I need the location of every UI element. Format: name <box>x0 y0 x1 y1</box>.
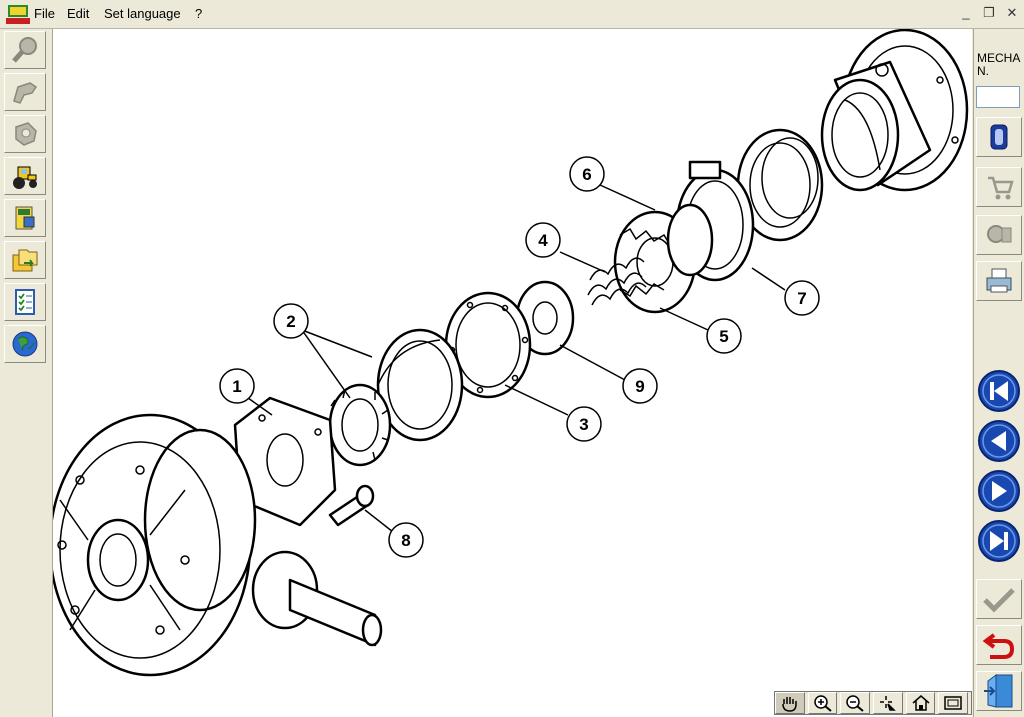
folders-button[interactable] <box>4 241 46 279</box>
select-button[interactable] <box>873 692 903 714</box>
housing-flange-part[interactable] <box>820 29 969 192</box>
component-icon <box>15 122 37 146</box>
home-icon <box>912 695 930 711</box>
parts-button[interactable] <box>976 215 1022 255</box>
first-page-icon <box>978 370 1020 412</box>
svg-text:5: 5 <box>719 327 728 346</box>
menu-edit[interactable]: Edit <box>67 6 89 21</box>
exploded-diagram-canvas[interactable]: 1 2 3 4 5 6 7 8 9 <box>53 29 972 717</box>
home-button[interactable] <box>905 692 936 714</box>
tractor-icon <box>13 166 37 189</box>
callout-8[interactable]: 8 <box>388 522 424 558</box>
svg-text:9: 9 <box>635 377 644 396</box>
cart-button[interactable] <box>976 167 1022 207</box>
hand-icon <box>782 697 797 712</box>
view-toolbar <box>774 691 972 715</box>
pinion-shaft-part[interactable] <box>251 550 383 647</box>
printer-icon <box>986 268 1012 293</box>
ring-gear-part[interactable] <box>53 413 257 677</box>
search-button[interactable] <box>4 31 46 69</box>
exit-icon <box>984 674 1013 708</box>
svg-text:2: 2 <box>286 312 295 331</box>
svg-text:3: 3 <box>579 415 588 434</box>
callout-7[interactable]: 7 <box>784 280 820 316</box>
callout-3[interactable]: 3 <box>566 406 602 442</box>
component-button[interactable] <box>4 115 46 153</box>
book-icon <box>15 206 35 230</box>
globe-icon <box>12 331 38 357</box>
restore-button[interactable]: ❐ <box>981 5 997 21</box>
callout-4[interactable]: 4 <box>525 222 561 258</box>
next-page-button[interactable] <box>977 469 1021 513</box>
svg-text:1: 1 <box>232 377 241 396</box>
part-button[interactable] <box>4 73 46 111</box>
tractor-button[interactable] <box>4 157 46 195</box>
fit-window-icon <box>944 696 962 710</box>
last-page-button[interactable] <box>977 519 1021 563</box>
menu-help[interactable]: ? <box>195 6 202 21</box>
fit-window-button[interactable] <box>938 692 969 714</box>
right-panel: MECHAN. <box>973 29 1024 717</box>
callout-1[interactable]: 1 <box>219 368 255 404</box>
select-icon <box>879 696 896 711</box>
bolt-part[interactable] <box>328 484 375 527</box>
folders-icon <box>12 249 38 272</box>
menu-file[interactable]: File <box>34 6 55 21</box>
zoom-in-icon <box>813 695 832 712</box>
close-button[interactable]: ✕ <box>1004 5 1020 21</box>
book-button[interactable] <box>4 199 46 237</box>
menu-bar: File Edit Set language ? _ ❐ ✕ <box>0 0 1024 29</box>
last-page-icon <box>978 520 1020 562</box>
menu-set-language[interactable]: Set language <box>104 6 181 21</box>
app-logo-icon <box>6 5 30 24</box>
undo-icon <box>982 633 1015 659</box>
callout-2[interactable]: 2 <box>273 303 309 339</box>
search-icon <box>12 37 37 63</box>
checklist-button[interactable] <box>4 283 46 321</box>
svg-text:7: 7 <box>797 289 806 308</box>
clip-button[interactable] <box>976 117 1022 157</box>
svg-text:8: 8 <box>401 531 410 550</box>
svg-text:4: 4 <box>538 231 548 250</box>
mech-number-input[interactable] <box>976 86 1020 108</box>
zoom-out-button[interactable] <box>840 692 871 714</box>
mech-label: MECHAN. <box>977 51 1021 78</box>
callout-9[interactable]: 9 <box>622 368 658 404</box>
parts-icon <box>987 225 1012 243</box>
next-page-icon <box>978 470 1020 512</box>
undo-button[interactable] <box>976 625 1022 665</box>
first-page-button[interactable] <box>977 369 1021 413</box>
confirm-button[interactable] <box>976 579 1022 619</box>
previous-page-icon <box>978 420 1020 462</box>
print-button[interactable] <box>976 261 1022 301</box>
minimize-button[interactable]: _ <box>958 5 974 21</box>
cart-icon <box>988 176 1014 200</box>
exit-button[interactable] <box>976 671 1022 711</box>
exploded-diagram: 1 2 3 4 5 6 7 8 9 <box>53 29 969 677</box>
svg-text:6: 6 <box>582 165 591 184</box>
callout-5[interactable]: 5 <box>706 318 742 354</box>
clip-icon <box>990 124 1008 150</box>
part-icon <box>13 82 38 104</box>
zoom-out-icon <box>846 695 864 712</box>
check-icon <box>983 588 1015 613</box>
left-toolbar <box>0 29 53 717</box>
checklist-icon <box>15 289 35 315</box>
globe-button[interactable] <box>4 325 46 363</box>
previous-page-button[interactable] <box>977 419 1021 463</box>
zoom-in-button[interactable] <box>807 692 838 714</box>
callout-6[interactable]: 6 <box>569 156 605 192</box>
pan-button[interactable] <box>775 692 805 714</box>
roller-bearing-part[interactable] <box>328 383 392 467</box>
castle-nut-part[interactable] <box>613 203 714 314</box>
